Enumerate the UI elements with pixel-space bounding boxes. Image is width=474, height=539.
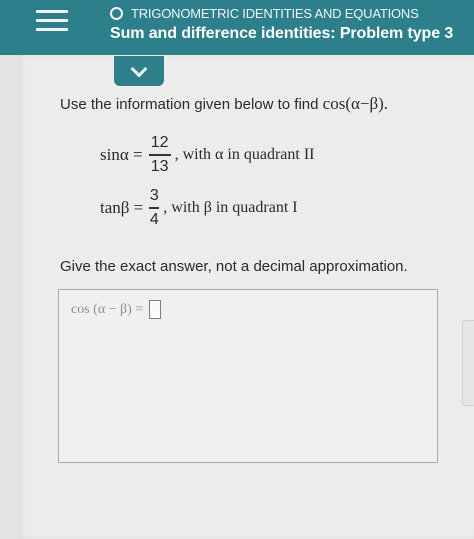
fraction: 12 13	[148, 134, 171, 176]
topic-label: TRIGONOMETRIC IDENTITIES AND EQUATIONS	[131, 5, 419, 21]
answer-expression: cos (α − β) =	[71, 300, 162, 319]
fraction: 3 4	[149, 187, 160, 229]
given-tan: tanβ = 3 4 , with β in quadrant I	[100, 187, 298, 229]
given-condition: , with β in quadrant I	[163, 198, 298, 216]
fraction-numerator: 12	[150, 134, 169, 151]
fraction-numerator: 3	[149, 187, 159, 204]
given-condition: , with α in quadrant II	[174, 145, 315, 163]
fraction-bar	[148, 154, 171, 156]
fraction-denominator: 4	[149, 210, 159, 228]
given-sin: sinα = 12 13 , with α in quadrant II	[100, 134, 315, 176]
header-bar: TRIGONOMETRIC IDENTITIES AND EQUATIONS S…	[0, 0, 474, 55]
chevron-down-icon	[130, 60, 148, 77]
given-lhs: sinα =	[100, 144, 143, 164]
expand-toggle-button[interactable]	[114, 56, 164, 86]
fraction-denominator: 13	[150, 157, 169, 175]
menu-line-icon	[36, 19, 68, 22]
given-lhs: tanβ =	[100, 197, 144, 217]
topic-circle-icon	[110, 6, 123, 20]
target-expression: cos(α−β).	[322, 94, 389, 113]
menu-line-icon	[36, 28, 68, 31]
answer-prompt: cos (α − β) =	[71, 301, 144, 317]
hamburger-menu-icon[interactable]	[36, 6, 76, 34]
answer-area[interactable]: cos (α − β) =	[58, 289, 438, 463]
instruction-text: Use the information given below to find	[60, 96, 319, 113]
side-panel-tab[interactable]	[462, 320, 474, 406]
problem-instruction: Use the information given below to find …	[60, 94, 388, 114]
page-title: Sum and difference identities: Problem t…	[110, 25, 454, 42]
topic-row: TRIGONOMETRIC IDENTITIES AND EQUATIONS	[110, 4, 419, 22]
answer-input[interactable]	[149, 300, 162, 319]
menu-line-icon	[36, 10, 68, 13]
exact-answer-note: Give the exact answer, not a decimal app…	[60, 258, 408, 275]
fraction-bar	[149, 207, 160, 209]
